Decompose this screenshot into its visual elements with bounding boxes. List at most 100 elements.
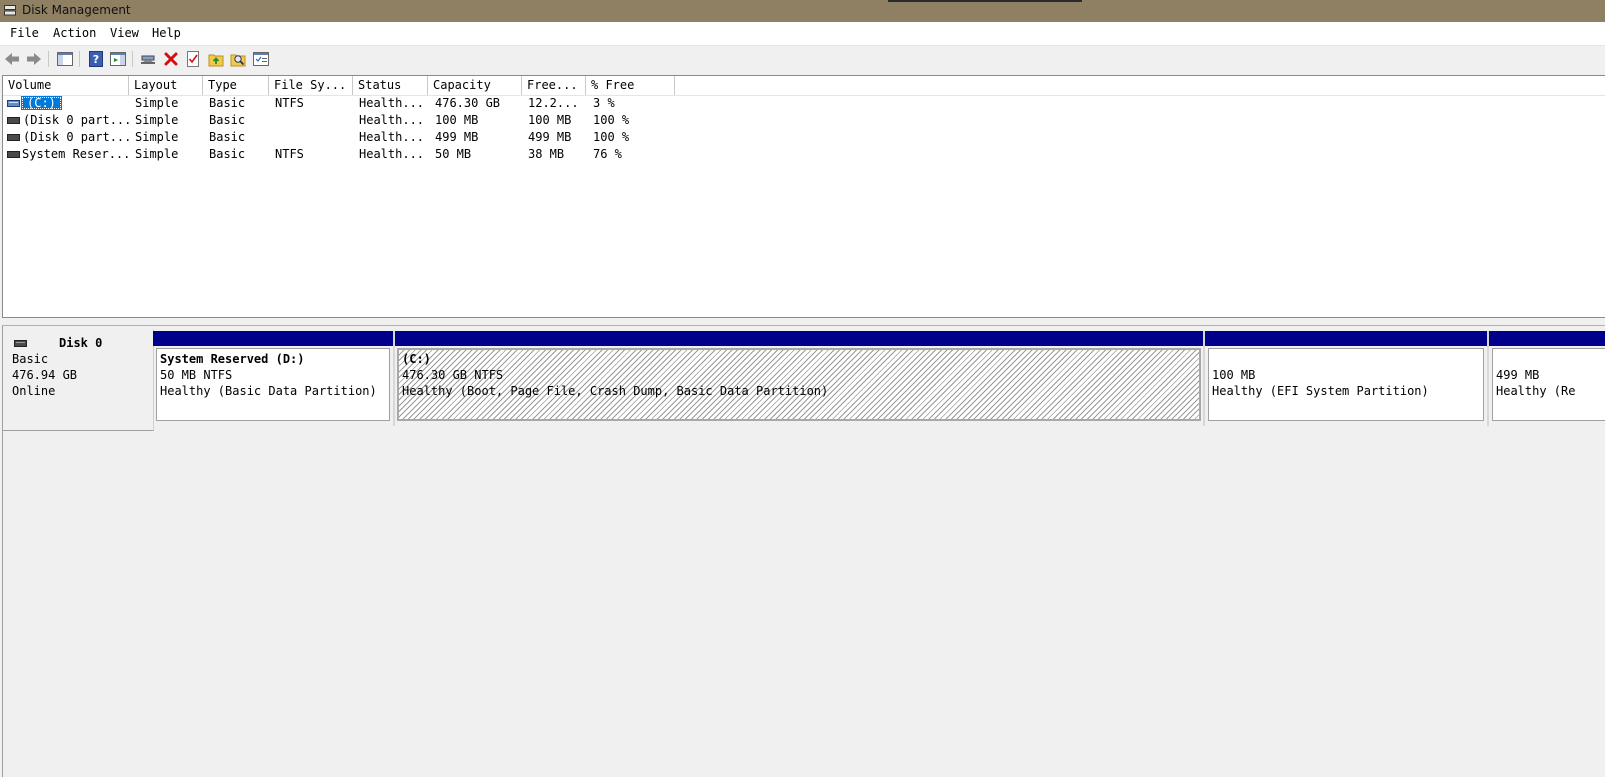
type-cell: Basic — [209, 147, 246, 161]
status-cell: Health... — [359, 113, 425, 127]
partition-bar — [395, 331, 1203, 346]
percent-free-cell: 3 % — [593, 96, 615, 110]
percent-free-cell: 100 % — [593, 130, 630, 144]
column-header-percent-free[interactable]: % Free — [586, 76, 675, 96]
status-cell: Health... — [359, 96, 425, 110]
partition-bar — [1205, 331, 1487, 346]
delete-icon[interactable] — [162, 50, 180, 68]
partition-c-drive[interactable]: (C:) 476.30 GB NTFS Healthy (Boot, Page … — [395, 331, 1203, 426]
partition-status: Healthy (EFI System Partition) — [1212, 384, 1429, 398]
toolbar: ? — [0, 45, 1605, 72]
volume-list[interactable]: Volume Layout Type File Sy... Status Cap… — [2, 75, 1605, 318]
volume-name-cell: (Disk 0 part... — [23, 130, 132, 144]
help-icon[interactable]: ? — [87, 50, 105, 68]
type-cell: Basic — [209, 96, 246, 110]
console-tree-icon[interactable] — [56, 50, 74, 68]
disk-label[interactable]: Disk 0 Basic 476.94 GB Online — [3, 329, 154, 431]
percent-free-cell: 100 % — [593, 113, 630, 127]
column-header-type[interactable]: Type — [203, 76, 269, 96]
disk-size: 476.94 GB — [12, 368, 78, 382]
partition-title: System Reserved (D:) — [160, 352, 305, 366]
partition-status: Healthy (Re — [1496, 384, 1576, 398]
partition-body: 499 MB Healthy (Re — [1492, 348, 1605, 421]
partition-size: 476.30 GB NTFS — [402, 368, 504, 382]
disk-status: Online — [12, 384, 56, 398]
free-space-cell: 12.2... — [528, 96, 579, 110]
partition-size: 100 MB — [1212, 368, 1256, 382]
partition-recovery[interactable]: 499 MB Healthy (Re — [1489, 331, 1605, 426]
free-space-cell: 499 MB — [528, 130, 572, 144]
svg-text:?: ? — [93, 53, 99, 66]
disk-name: Disk 0 — [59, 336, 103, 350]
table-row[interactable]: (Disk 0 part... Simple Basic Health... 1… — [3, 112, 1603, 129]
table-row[interactable]: (C:) Simple Basic NTFS Health... 476.30 … — [3, 95, 1603, 112]
capacity-cell: 100 MB — [435, 113, 479, 127]
disk-management-app-icon — [4, 5, 16, 16]
partition-body: 100 MB Healthy (EFI System Partition) — [1208, 348, 1484, 421]
menu-help[interactable]: Help — [152, 26, 181, 40]
layout-cell: Simple — [135, 113, 179, 127]
percent-free-cell: 76 % — [593, 147, 622, 161]
forward-arrow-icon[interactable] — [25, 50, 43, 68]
column-header-status[interactable]: Status — [353, 76, 428, 96]
free-space-cell: 100 MB — [528, 113, 572, 127]
partition-efi[interactable]: 100 MB Healthy (EFI System Partition) — [1205, 331, 1487, 426]
capacity-cell: 50 MB — [435, 147, 472, 161]
partition-title: (C:) — [402, 352, 431, 366]
column-header-volume[interactable]: Volume — [3, 76, 129, 96]
volume-name-selected: (C:) — [21, 96, 62, 110]
partition-system-reserved[interactable]: System Reserved (D:) 50 MB NTFS Healthy … — [153, 331, 393, 426]
type-cell: Basic — [209, 113, 246, 127]
partition-size: 50 MB NTFS — [160, 368, 233, 382]
action-pane-icon[interactable] — [109, 50, 127, 68]
open-icon[interactable] — [207, 50, 225, 68]
column-header-file-system[interactable]: File Sy... — [269, 76, 353, 96]
volume-icon — [7, 117, 20, 124]
free-space-cell: 38 MB — [528, 147, 565, 161]
menu-file[interactable]: File — [10, 26, 39, 40]
disk-map-pane: Disk 0 Basic 476.94 GB Online System Res… — [2, 325, 1605, 777]
partition-body: (C:) 476.30 GB NTFS Healthy (Boot, Page … — [397, 348, 1201, 421]
volume-name-cell: (C:) — [21, 95, 62, 112]
capacity-cell: 476.30 GB — [435, 96, 501, 110]
menu-view[interactable]: View — [110, 26, 139, 40]
column-header-layout[interactable]: Layout — [129, 76, 203, 96]
partition-bar — [1489, 331, 1605, 346]
toolbar-separator — [132, 51, 133, 67]
title-bar: Disk Management — [0, 0, 1605, 22]
partition-status: Healthy (Basic Data Partition) — [160, 384, 377, 398]
column-header-capacity[interactable]: Capacity — [428, 76, 522, 96]
disk-type: Basic — [12, 352, 49, 366]
status-cell: Health... — [359, 147, 425, 161]
explore-icon[interactable] — [229, 50, 247, 68]
status-cell: Health... — [359, 130, 425, 144]
column-header-free-space[interactable]: Free... — [522, 76, 586, 96]
title-decoration — [888, 0, 1082, 2]
layout-cell: Simple — [135, 147, 179, 161]
volume-name-cell: System Reser... — [22, 147, 131, 161]
rescan-disks-icon[interactable] — [252, 50, 270, 68]
connect-disk-icon[interactable] — [139, 50, 157, 68]
partition-body: System Reserved (D:) 50 MB NTFS Healthy … — [156, 348, 390, 421]
menu-action[interactable]: Action — [53, 26, 96, 40]
window-title: Disk Management — [22, 3, 131, 17]
table-row[interactable]: System Reser... Simple Basic NTFS Health… — [3, 146, 1603, 163]
volume-icon — [7, 151, 20, 158]
volume-icon — [7, 100, 20, 107]
partition-bar — [153, 331, 393, 346]
properties-icon[interactable] — [184, 50, 202, 68]
toolbar-separator — [79, 51, 80, 67]
toolbar-separator — [48, 51, 49, 67]
back-arrow-icon[interactable] — [3, 50, 21, 68]
type-cell: Basic — [209, 130, 246, 144]
table-row[interactable]: (Disk 0 part... Simple Basic Health... 4… — [3, 129, 1603, 146]
menu-bar: File Action View Help — [0, 22, 1605, 45]
disk-icon — [14, 340, 27, 347]
capacity-cell: 499 MB — [435, 130, 479, 144]
layout-cell: Simple — [135, 96, 179, 110]
volume-icon — [7, 134, 20, 141]
volume-name-cell: (Disk 0 part... — [23, 113, 132, 127]
layout-cell: Simple — [135, 130, 179, 144]
file-system-cell: NTFS — [275, 147, 304, 161]
file-system-cell: NTFS — [275, 96, 304, 110]
